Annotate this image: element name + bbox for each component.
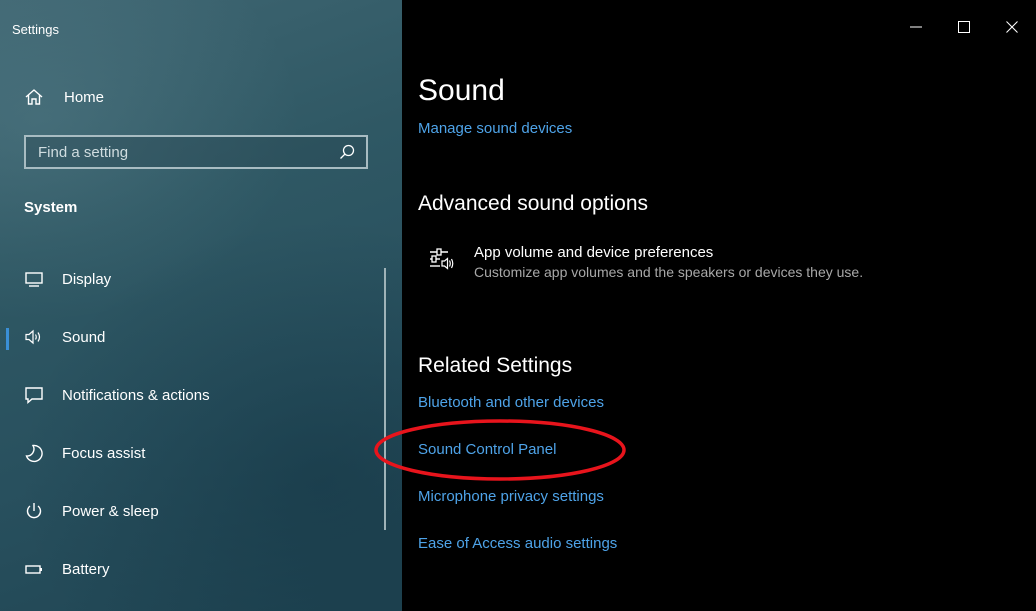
- sidebar-item-label: Sound: [62, 328, 106, 346]
- maximize-button[interactable]: [940, 10, 988, 44]
- section-title: System: [24, 199, 78, 216]
- sound-control-panel-link[interactable]: Sound Control Panel: [418, 441, 556, 458]
- bluetooth-devices-link[interactable]: Bluetooth and other devices: [418, 394, 604, 411]
- manage-sound-devices-link[interactable]: Manage sound devices: [418, 120, 572, 137]
- app-volume-preferences-text: App volume and device preferences Custom…: [474, 244, 863, 282]
- sidebar: Settings Home System Display: [0, 0, 402, 611]
- app-volume-preferences-desc: Customize app volumes and the speakers o…: [474, 264, 864, 280]
- home-nav[interactable]: Home: [24, 84, 104, 110]
- search-input[interactable]: [26, 137, 338, 167]
- settings-window: Settings Home System Display: [0, 0, 1036, 611]
- window-controls: [892, 10, 1036, 44]
- app-volume-preferences-item[interactable]: App volume and device preferences Custom…: [428, 244, 863, 282]
- advanced-sound-options-heading: Advanced sound options: [418, 192, 649, 215]
- home-icon: [25, 89, 43, 105]
- search-box[interactable]: [24, 135, 368, 169]
- sidebar-item-notifications[interactable]: Notifications & actions: [0, 366, 380, 424]
- sidebar-item-focus-assist[interactable]: Focus assist: [0, 424, 380, 482]
- moon-icon: [25, 444, 43, 463]
- search-icon[interactable]: [338, 143, 356, 161]
- sidebar-item-battery[interactable]: Battery: [0, 540, 380, 598]
- home-label: Home: [64, 88, 105, 106]
- app-volume-preferences-title: App volume and device preferences: [474, 244, 714, 261]
- sidebar-item-sound[interactable]: Sound: [0, 308, 380, 366]
- minimize-button[interactable]: [892, 10, 940, 44]
- sidebar-item-label: Battery: [62, 560, 110, 578]
- notifications-icon: [25, 387, 43, 405]
- sidebar-item-label: Focus assist: [62, 444, 146, 462]
- display-icon: [25, 272, 43, 287]
- maximize-icon: [958, 21, 970, 33]
- ease-of-access-audio-link[interactable]: Ease of Access audio settings: [418, 535, 617, 552]
- battery-icon: [25, 565, 42, 574]
- app-title: Settings: [12, 22, 59, 37]
- close-icon: [1006, 21, 1018, 33]
- sidebar-item-power-sleep[interactable]: Power & sleep: [0, 482, 380, 540]
- sidebar-scrollbar[interactable]: [384, 268, 386, 530]
- minimize-icon: [910, 26, 922, 28]
- sidebar-item-display[interactable]: Display: [0, 250, 380, 308]
- page-title: Sound: [418, 74, 505, 107]
- power-icon: [26, 503, 42, 519]
- sidebar-item-label: Display: [62, 270, 112, 288]
- sidebar-item-label: Power & sleep: [62, 502, 159, 520]
- mixer-icon: [430, 248, 454, 270]
- nav-list: Display Sound Notifications & actions Fo…: [0, 250, 380, 598]
- sidebar-item-label: Notifications & actions: [62, 386, 210, 404]
- related-settings-heading: Related Settings: [418, 354, 573, 377]
- speaker-icon: [25, 329, 41, 345]
- microphone-privacy-link[interactable]: Microphone privacy settings: [418, 488, 604, 505]
- close-button[interactable]: [988, 10, 1036, 44]
